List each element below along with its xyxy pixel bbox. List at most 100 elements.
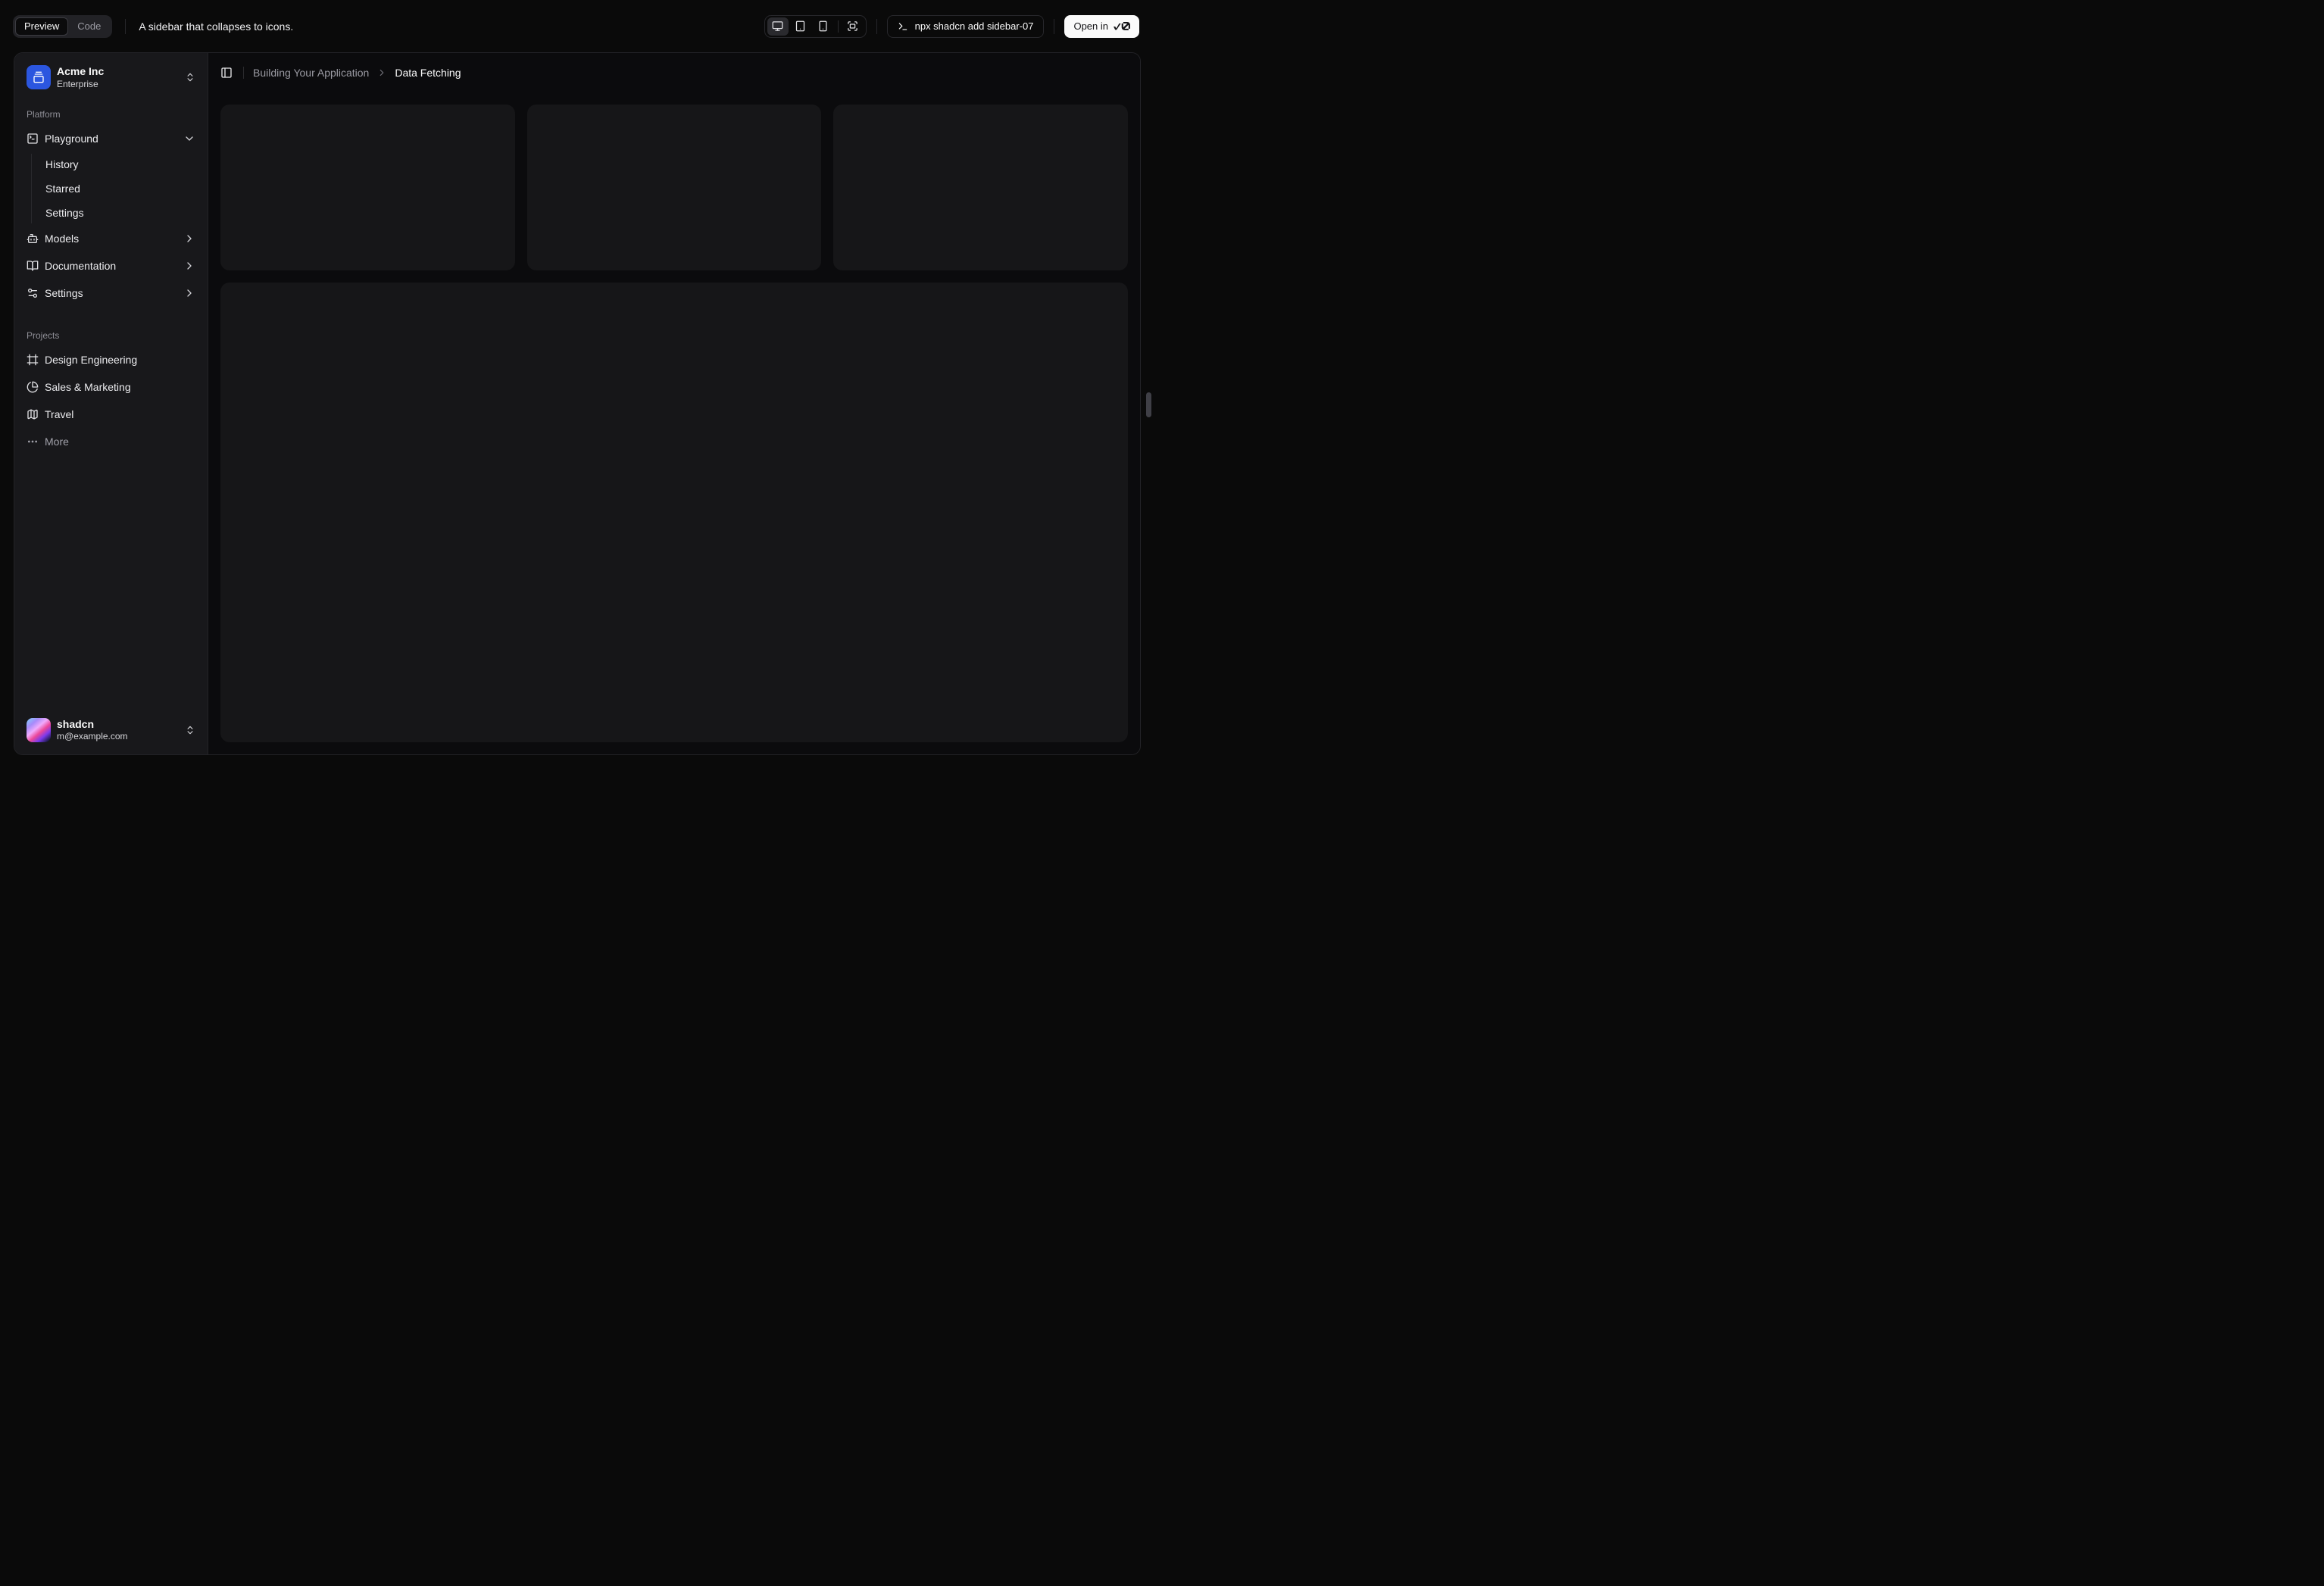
user-info: shadcn m@example.com bbox=[57, 718, 179, 743]
toggle-group-separator bbox=[837, 20, 839, 33]
chevron-right-wrap bbox=[183, 260, 195, 272]
sidebar-subitem-settings[interactable]: Settings bbox=[39, 202, 201, 223]
terminal-icon bbox=[898, 22, 907, 30]
menu-item-label: Design Engineering bbox=[45, 353, 138, 366]
sidebar-group-label: Platform bbox=[27, 108, 61, 120]
sidebar-subitem-history[interactable]: History bbox=[39, 154, 201, 175]
placeholder-card bbox=[526, 105, 822, 270]
toolbar-separator bbox=[125, 18, 127, 34]
chevron-right-icon bbox=[187, 261, 192, 270]
view-mode-toggle: Preview Code bbox=[13, 14, 113, 38]
preview-tab[interactable]: Preview bbox=[15, 17, 69, 36]
v0-logo-icon bbox=[1114, 22, 1130, 30]
sidebar-menu: Playground History Starred Settings Models Do… bbox=[20, 126, 201, 305]
sidebar-item-travel[interactable]: Travel bbox=[20, 402, 201, 426]
sidebar-subitem-starred[interactable]: Starred bbox=[39, 178, 201, 199]
sidebar-menu: Design Engineering Sales & Marketing Trave… bbox=[20, 348, 201, 454]
menu-item-label: Playground bbox=[45, 132, 98, 145]
device-mobile-button[interactable] bbox=[813, 17, 834, 36]
open-in-v0-button[interactable]: Open in bbox=[1064, 14, 1139, 38]
menu-item-label: More bbox=[45, 435, 69, 448]
team-info: Acme Inc Enterprise bbox=[57, 65, 179, 90]
header-separator bbox=[243, 67, 244, 79]
chevrons-up-down-wrap bbox=[185, 72, 195, 83]
block-description: A sidebar that collapses to icons. bbox=[139, 20, 294, 33]
settings-2-icon bbox=[28, 288, 37, 298]
menu-item-label: Sales & Marketing bbox=[45, 380, 131, 393]
sidebar-submenu: History Starred Settings bbox=[31, 153, 201, 223]
square-terminal-icon bbox=[27, 133, 38, 144]
placeholder-card-row bbox=[220, 105, 1128, 270]
menu-item-label: Documentation bbox=[45, 259, 117, 272]
sidebar-group-projects: Projects Design Engineering Sales & Market… bbox=[20, 323, 201, 454]
team-switcher[interactable]: Acme Inc Enterprise bbox=[20, 59, 201, 96]
main-area: Building Your Application Data Fetching bbox=[208, 53, 1140, 754]
terminal-icon-wrap bbox=[898, 21, 908, 32]
chevron-right-wrap bbox=[376, 67, 387, 78]
menu-item-icon-wrap bbox=[27, 233, 39, 245]
gallery-vertical-end-icon bbox=[33, 71, 44, 83]
sidebar-group-label: Projects bbox=[27, 329, 60, 341]
preview-resize-handle[interactable] bbox=[1146, 392, 1151, 417]
menu-item-icon-wrap bbox=[27, 408, 39, 420]
main-content bbox=[208, 92, 1140, 754]
chevron-right-wrap bbox=[183, 233, 195, 245]
install-command-button[interactable]: npx shadcn add sidebar-07 bbox=[886, 14, 1045, 38]
menu-item-icon-wrap bbox=[27, 133, 39, 145]
menu-item-label: Travel bbox=[45, 407, 74, 420]
chevron-right-icon bbox=[380, 69, 384, 76]
toolbar: Preview Code A sidebar that collapses to… bbox=[0, 0, 1162, 52]
sidebar-item-documentation[interactable]: Documentation bbox=[20, 254, 201, 278]
app-sidebar: Acme Inc Enterprise Platform Playground Hi… bbox=[14, 53, 208, 754]
menu-item-icon-wrap bbox=[27, 354, 39, 366]
device-tablet-button[interactable] bbox=[790, 17, 811, 36]
menu-item-icon-wrap bbox=[27, 260, 39, 272]
placeholder-panel bbox=[220, 282, 1128, 742]
device-desktop-button[interactable] bbox=[767, 17, 789, 36]
panel-left-icon bbox=[221, 67, 232, 78]
chevron-right-icon bbox=[187, 289, 192, 297]
chevrons-up-down-icon bbox=[187, 726, 193, 734]
breadcrumb-parent[interactable]: Building Your Application bbox=[253, 67, 369, 79]
user-menu-button[interactable]: shadcn m@example.com bbox=[20, 712, 201, 749]
sidebar-item-settings[interactable]: Settings bbox=[20, 281, 201, 305]
user-name: shadcn bbox=[57, 717, 95, 730]
main-header: Building Your Application Data Fetching bbox=[208, 53, 1140, 92]
install-command-text: npx shadcn add sidebar-07 bbox=[914, 20, 1034, 32]
preview-frame: Acme Inc Enterprise Platform Playground Hi… bbox=[14, 52, 1141, 755]
user-avatar bbox=[27, 717, 51, 742]
chevron-right-wrap bbox=[183, 287, 195, 299]
breadcrumb-current: Data Fetching bbox=[395, 67, 461, 79]
chevrons-up-down-wrap bbox=[185, 725, 195, 735]
code-tab[interactable]: Code bbox=[68, 17, 110, 36]
sidebar-toggle-button[interactable] bbox=[216, 62, 237, 83]
bot-icon bbox=[27, 233, 39, 243]
chart-pie-icon bbox=[27, 381, 39, 392]
monitor-icon bbox=[772, 21, 783, 31]
team-name: Acme Inc bbox=[57, 65, 105, 77]
frame-icon bbox=[27, 354, 39, 365]
toolbar-separator bbox=[876, 18, 877, 34]
viewport-size-toggle-group bbox=[764, 14, 867, 38]
sidebar-item-models[interactable]: Models bbox=[20, 226, 201, 251]
menu-item-label: Models bbox=[45, 232, 80, 245]
menu-item-icon-wrap bbox=[27, 287, 39, 299]
ellipsis-icon bbox=[28, 440, 37, 442]
sidebar-item-design-engineering[interactable]: Design Engineering bbox=[20, 348, 201, 372]
open-in-label: Open in bbox=[1073, 20, 1108, 32]
map-icon bbox=[27, 408, 38, 420]
sidebar-item-more[interactable]: More bbox=[20, 429, 201, 454]
chevrons-up-down-icon bbox=[187, 73, 193, 82]
sidebar-item-playground[interactable]: Playground bbox=[20, 126, 201, 151]
team-logo bbox=[27, 65, 51, 90]
tablet-icon bbox=[795, 20, 805, 32]
sidebar-item-sales-marketing[interactable]: Sales & Marketing bbox=[20, 375, 201, 399]
fullscreen-button[interactable] bbox=[842, 17, 864, 36]
user-email: m@example.com bbox=[57, 731, 128, 741]
chevron-right-icon bbox=[187, 234, 192, 242]
v0-logo-wrap bbox=[1114, 22, 1130, 30]
team-plan: Enterprise bbox=[57, 78, 98, 89]
placeholder-card bbox=[833, 105, 1128, 270]
book-open-icon bbox=[27, 260, 39, 271]
sidebar-footer: shadcn m@example.com bbox=[20, 712, 201, 749]
